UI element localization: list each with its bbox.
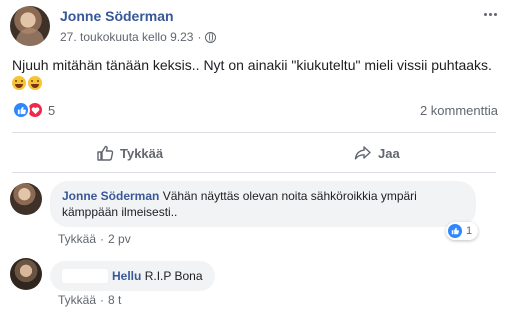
facebook-post: Jonne Söderman 27. toukokuuta kello 9.23… <box>0 0 508 310</box>
comment-like-link[interactable]: Tykkää <box>58 232 96 246</box>
comment-actions: Tykkää · 8 t <box>58 293 121 307</box>
share-button[interactable]: Jaa <box>354 142 400 164</box>
commenter-avatar[interactable] <box>10 258 42 290</box>
divider <box>12 132 496 133</box>
comments-count-link[interactable]: 2 kommenttia <box>420 103 498 118</box>
divider <box>12 172 496 173</box>
comment-actions: Tykkää · 2 pv <box>58 232 131 246</box>
share-label: Jaa <box>378 145 400 161</box>
separator: · <box>100 293 105 307</box>
author-avatar[interactable] <box>10 6 50 46</box>
post-body: Njuuh mitähän tänään keksis.. Nyt on ain… <box>12 57 492 73</box>
thumbs-up-icon <box>97 145 114 161</box>
commenter-name[interactable]: Hellu <box>112 269 141 283</box>
more-options-icon[interactable] <box>482 6 498 22</box>
post-timestamp[interactable]: 27. toukokuuta kello 9.23 <box>60 30 193 44</box>
post-text: Njuuh mitähän tänään keksis.. Nyt on ain… <box>12 56 502 92</box>
comment-bubble: Hellu R.I.P Bona <box>50 261 215 291</box>
grinning-emoji-icon <box>28 76 42 90</box>
post-author-name[interactable]: Jonne Söderman <box>60 8 174 24</box>
separator: · <box>100 232 105 246</box>
like-reaction-icon <box>12 101 30 119</box>
comment-like-link[interactable]: Tykkää <box>58 293 96 307</box>
comment-text: R.I.P Bona <box>144 269 203 283</box>
commenter-avatar[interactable] <box>10 183 42 215</box>
post-meta: 27. toukokuuta kello 9.23 · <box>60 30 217 44</box>
comment-reaction-count: 1 <box>466 225 473 237</box>
like-label: Tykkää <box>120 145 164 161</box>
laughing-emoji-icon <box>12 76 26 90</box>
comment-reaction-badge[interactable]: 1 <box>446 222 479 240</box>
like-reaction-icon <box>448 224 462 238</box>
commenter-name[interactable]: Jonne Söderman <box>62 189 159 203</box>
reactions-summary[interactable]: 5 <box>12 101 55 119</box>
globe-icon[interactable] <box>205 31 217 43</box>
reaction-count: 5 <box>48 102 56 118</box>
share-arrow-icon <box>354 146 371 160</box>
like-button[interactable]: Tykkää <box>96 142 163 164</box>
comment-bubble: Jonne Söderman Vähän näyttäs olevan noit… <box>50 181 476 227</box>
redacted-name-block <box>62 269 108 283</box>
comment-time[interactable]: 8 t <box>108 293 121 307</box>
comment-time[interactable]: 2 pv <box>108 232 131 246</box>
